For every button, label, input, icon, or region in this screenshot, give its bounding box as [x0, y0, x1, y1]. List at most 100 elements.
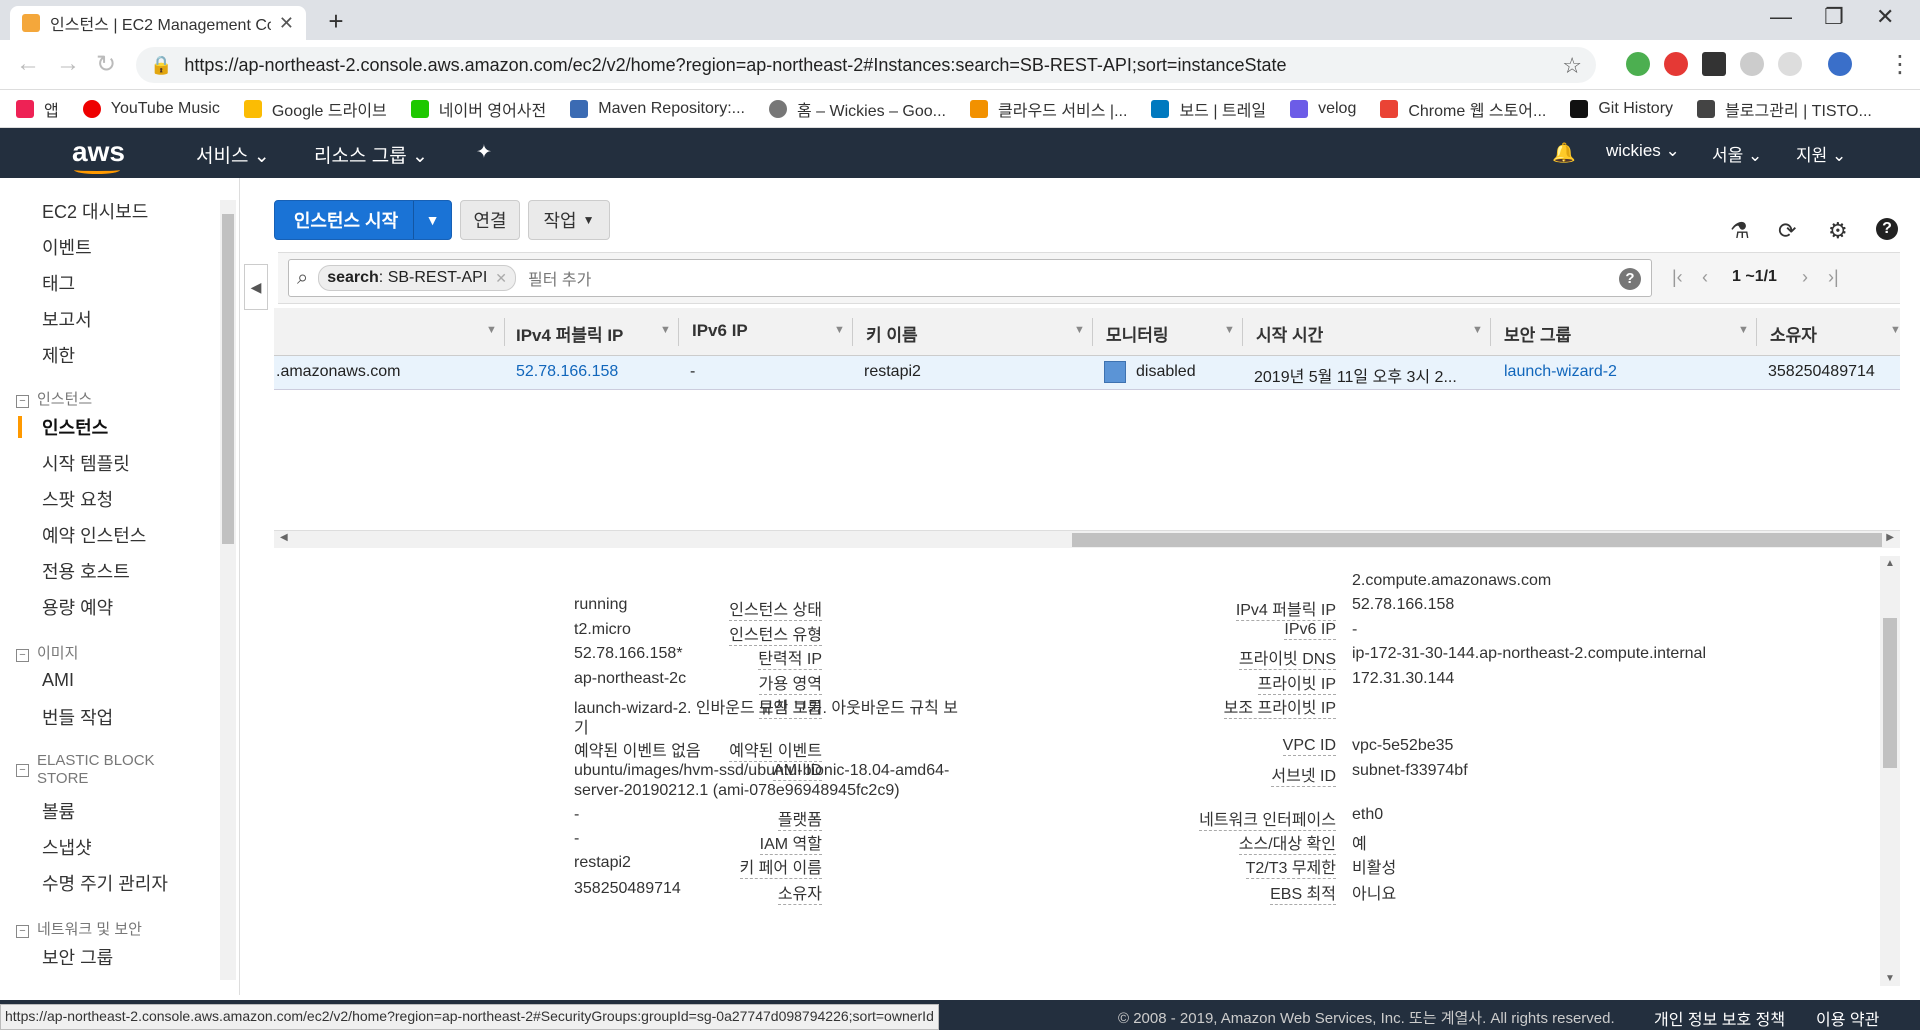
- caret-down-icon[interactable]: ▼: [413, 201, 451, 239]
- table-horizontal-scrollbar[interactable]: ◀ ▶: [274, 530, 1900, 548]
- scroll-right-icon[interactable]: ▶: [1886, 532, 1894, 543]
- sidebar-item-launch-templates[interactable]: 시작 템플릿: [42, 450, 130, 476]
- sort-caret-icon[interactable]: ▼: [1074, 324, 1085, 336]
- detail-value-ami-id-cont[interactable]: server-20190212.1 (ami-078e96948945fc2c9…: [574, 782, 900, 800]
- detail-value-ipv4[interactable]: 52.78.166.158: [1352, 596, 1454, 614]
- resource-groups-menu[interactable]: 리소스 그룹 ⌄: [314, 141, 428, 168]
- detail-value-vpc-id[interactable]: vpc-5e52be35: [1352, 737, 1453, 755]
- user-menu[interactable]: wickies ⌄: [1606, 141, 1680, 161]
- bookmark-item[interactable]: 보드 | 트레일: [1151, 97, 1266, 121]
- sidebar-item-capacity-reservations[interactable]: 용량 예약: [42, 594, 113, 620]
- bookmark-apps[interactable]: 앱: [16, 97, 59, 121]
- bookmark-item[interactable]: Chrome 웹 스토어...: [1380, 97, 1546, 121]
- column-header-key[interactable]: 키 이름: [866, 321, 918, 346]
- bookmark-star-icon[interactable]: ☆: [1562, 53, 1582, 79]
- gear-icon[interactable]: ⚙: [1828, 218, 1848, 244]
- column-header-owner[interactable]: 소유자: [1770, 321, 1817, 346]
- sidebar-group-instances[interactable]: − 인스턴스: [16, 388, 92, 409]
- sort-caret-icon[interactable]: ▼: [1472, 324, 1483, 336]
- privacy-policy-link[interactable]: 개인 정보 보호 정책: [1654, 1006, 1785, 1030]
- detail-value-security-groups[interactable]: launch-wizard-2. 인바운드 규칙 보기. 아웃바운드 규칙 보: [574, 694, 958, 718]
- url-input[interactable]: 🔒 https://ap-northeast-2.console.aws.ama…: [136, 47, 1596, 83]
- next-page-icon[interactable]: ›: [1802, 267, 1808, 288]
- browser-tab[interactable]: 인스턴스 | EC2 Management Co ✕: [10, 6, 306, 40]
- help-circle-icon[interactable]: ?: [1619, 268, 1641, 290]
- sidebar-item-bundle-tasks[interactable]: 번들 작업: [42, 704, 113, 730]
- bookmark-item[interactable]: 네이버 영어사전: [410, 97, 546, 121]
- scroll-thumb[interactable]: [1883, 618, 1897, 768]
- column-header-ipv6[interactable]: IPv6 IP: [692, 321, 748, 341]
- actions-button[interactable]: 작업 ▼: [528, 200, 610, 240]
- sort-caret-icon[interactable]: ▼: [486, 324, 497, 336]
- sidebar-group-network[interactable]: − 네트워크 및 보안: [16, 918, 142, 939]
- extension-icon[interactable]: [1740, 52, 1764, 76]
- maximize-icon[interactable]: ❐: [1824, 4, 1844, 30]
- scroll-down-icon[interactable]: ▼: [1885, 973, 1895, 984]
- detail-value-elastic-ip[interactable]: 52.78.166.158*: [574, 645, 683, 663]
- column-header-ipv4[interactable]: IPv4 퍼블릭 IP: [516, 321, 623, 346]
- sidebar-item-events[interactable]: 이벤트: [42, 234, 92, 260]
- terms-link[interactable]: 이용 약관: [1816, 1006, 1879, 1030]
- scroll-up-icon[interactable]: ▲: [1885, 558, 1895, 569]
- bookmark-item[interactable]: velog: [1290, 99, 1356, 118]
- extension-icon[interactable]: [1778, 52, 1802, 76]
- tab-close-icon[interactable]: ✕: [279, 13, 294, 34]
- sidebar-item-reports[interactable]: 보고서: [42, 306, 92, 332]
- sort-caret-icon[interactable]: ▼: [1738, 324, 1749, 336]
- detail-value-subnet-id[interactable]: subnet-f33974bf: [1352, 762, 1468, 780]
- prev-page-icon[interactable]: ‹: [1702, 267, 1708, 288]
- sidebar-item-dashboard[interactable]: EC2 대시보드: [42, 198, 148, 224]
- help-icon[interactable]: ?: [1876, 218, 1898, 240]
- sort-caret-icon[interactable]: ▼: [1890, 324, 1901, 336]
- sort-caret-icon[interactable]: ▼: [660, 324, 671, 336]
- sidebar-group-ebs[interactable]: − ELASTIC BLOCK STORE: [16, 752, 176, 788]
- sidebar-scroll-thumb[interactable]: [222, 214, 234, 544]
- aws-logo[interactable]: aws: [72, 136, 125, 174]
- sidebar-item-spot-requests[interactable]: 스팟 요청: [42, 486, 113, 512]
- sort-caret-icon[interactable]: ▼: [834, 324, 845, 336]
- search-input[interactable]: ⌕ search : SB-REST-API ✕ 필터 추가 ?: [288, 259, 1652, 297]
- bookmark-item[interactable]: 홈 – Wickies – Goo...: [769, 97, 946, 121]
- bookmark-item[interactable]: YouTube Music: [82, 99, 220, 118]
- pin-icon[interactable]: ✦: [476, 141, 492, 164]
- collapse-sidebar-button[interactable]: ◀: [244, 264, 268, 310]
- region-menu[interactable]: 서울 ⌄: [1712, 141, 1762, 166]
- first-page-icon[interactable]: |‹: [1672, 267, 1683, 288]
- new-tab-button[interactable]: +: [320, 6, 352, 36]
- column-header-launch-time[interactable]: 시작 시간: [1256, 321, 1323, 346]
- details-vertical-scrollbar[interactable]: ▲ ▼: [1880, 556, 1900, 986]
- cell-ipv4[interactable]: 52.78.166.158: [516, 363, 618, 381]
- sidebar-item-ami[interactable]: AMI: [42, 670, 74, 691]
- last-page-icon[interactable]: ›|: [1828, 267, 1839, 288]
- minimize-icon[interactable]: —: [1770, 4, 1792, 30]
- refresh-icon[interactable]: ⟳: [1778, 218, 1796, 244]
- column-header-security-group[interactable]: 보안 그룹: [1504, 321, 1571, 346]
- back-icon[interactable]: ←: [16, 50, 40, 78]
- column-header-monitoring[interactable]: 모니터링: [1106, 321, 1169, 346]
- sort-caret-icon[interactable]: ▼: [1224, 324, 1235, 336]
- bookmark-item[interactable]: Google 드라이브: [243, 97, 387, 121]
- sidebar-item-limits[interactable]: 제한: [42, 342, 75, 368]
- bookmark-item[interactable]: 클라우드 서비스 |...: [970, 97, 1127, 121]
- sidebar-item-tags[interactable]: 태그: [42, 270, 75, 296]
- cell-security-group[interactable]: launch-wizard-2: [1504, 363, 1617, 381]
- sidebar-item-instances[interactable]: 인스턴스: [42, 414, 108, 440]
- filter-chip[interactable]: search : SB-REST-API ✕: [318, 265, 516, 291]
- bookmark-item[interactable]: 블로그관리 | TISTO...: [1697, 97, 1872, 121]
- flask-icon[interactable]: ⚗: [1730, 218, 1750, 244]
- services-menu[interactable]: 서비스 ⌄: [196, 141, 270, 168]
- extension-icon[interactable]: [1664, 52, 1688, 76]
- bookmark-item[interactable]: Git History: [1570, 99, 1673, 118]
- menu-dots-icon[interactable]: ⋮: [1888, 50, 1912, 79]
- profile-avatar[interactable]: [1828, 52, 1852, 76]
- detail-value-network-interface[interactable]: eth0: [1352, 806, 1383, 824]
- sidebar-item-security-groups[interactable]: 보안 그룹: [42, 944, 113, 970]
- extension-icon[interactable]: [1626, 52, 1650, 76]
- launch-instance-button[interactable]: 인스턴스 시작 ▼: [274, 200, 452, 240]
- close-window-icon[interactable]: ✕: [1876, 4, 1894, 30]
- extension-icon[interactable]: [1702, 52, 1726, 76]
- sidebar-item-dedicated-hosts[interactable]: 전용 호스트: [42, 558, 130, 584]
- sidebar-item-reserved-instances[interactable]: 예약 인스턴스: [42, 522, 146, 548]
- bookmark-item[interactable]: Maven Repository:...: [570, 99, 745, 118]
- detail-value-scheduled-events[interactable]: 예약된 이벤트 없음: [574, 737, 701, 761]
